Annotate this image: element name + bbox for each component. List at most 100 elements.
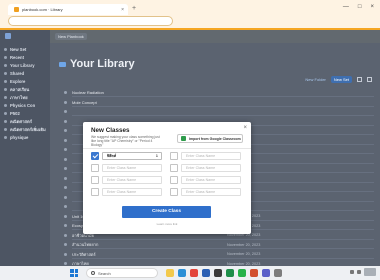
sidebar-item[interactable]: physique bbox=[0, 133, 50, 141]
divider bbox=[83, 148, 251, 149]
set-icon bbox=[64, 138, 67, 142]
line-icon[interactable] bbox=[238, 269, 246, 277]
google-classroom-label: Import from Google Classroom bbox=[189, 136, 241, 141]
word-icon[interactable] bbox=[202, 269, 210, 277]
library-row[interactable]: Mole Concept bbox=[64, 99, 374, 107]
topbar: New Planbook bbox=[50, 30, 380, 43]
class-name-placeholder: Enter Class Name bbox=[186, 190, 216, 194]
row-date: November 20, 2023 bbox=[227, 242, 261, 247]
volume-icon[interactable] bbox=[357, 270, 361, 274]
sidebar-item-label: คณิตศาสตร์เพิ่มเติม bbox=[10, 126, 46, 132]
address-bar[interactable] bbox=[8, 16, 173, 26]
app-logo-icon[interactable] bbox=[5, 33, 11, 39]
google-classroom-icon bbox=[181, 136, 186, 141]
windows-start-icon[interactable] bbox=[70, 269, 78, 277]
class-name-input[interactable]: Enter Class Name bbox=[102, 188, 162, 196]
view-toggle-icon[interactable] bbox=[357, 77, 362, 82]
class-checkbox[interactable] bbox=[170, 152, 178, 160]
grade-stepper[interactable]: 1 bbox=[156, 153, 158, 159]
browser-tab[interactable]: planbook.com · Library × bbox=[8, 4, 128, 15]
class-checkbox[interactable] bbox=[91, 188, 99, 196]
sidebar-item[interactable]: คณิตศาสตร์เพิ่มเติม bbox=[0, 125, 50, 133]
sort-icon[interactable] bbox=[367, 77, 372, 82]
sidebar-item[interactable]: คณิตศาสตร์ bbox=[0, 117, 50, 125]
excel-icon[interactable] bbox=[226, 269, 234, 277]
class-name-input[interactable]: Enter Class Name bbox=[102, 176, 162, 184]
class-checkbox[interactable] bbox=[91, 164, 99, 172]
sidebar-item[interactable]: P502 bbox=[0, 109, 50, 117]
import-google-classroom-button[interactable]: Import from Google Classroom bbox=[177, 134, 243, 143]
class-name-input[interactable]: ฟิสิกส์ 1 bbox=[102, 152, 162, 160]
tab-close-icon[interactable]: × bbox=[121, 7, 124, 13]
browser-titlebar: planbook.com · Library × + — □ × bbox=[0, 0, 380, 30]
modal-title: New Classes bbox=[91, 127, 130, 134]
sidebar-item-label: ภาษาไทย bbox=[10, 94, 28, 100]
store-icon[interactable] bbox=[214, 269, 222, 277]
page-title-text: Your Library bbox=[70, 58, 135, 70]
class-checkbox[interactable] bbox=[170, 188, 178, 196]
class-name-placeholder: Enter Class Name bbox=[186, 166, 216, 170]
sidebar-item-label: physique bbox=[10, 134, 29, 140]
chrome-icon[interactable] bbox=[190, 269, 198, 277]
sidebar-item[interactable]: New Set bbox=[0, 45, 50, 53]
system-tray bbox=[350, 268, 376, 276]
library-row[interactable]: ประวัติศาสตร์ November 20, 2023 bbox=[64, 251, 374, 259]
set-icon bbox=[64, 205, 67, 208]
close-icon[interactable]: × bbox=[243, 125, 247, 131]
window-controls: — □ × bbox=[343, 4, 374, 10]
sidebar-item[interactable]: ภาษาไทย bbox=[0, 93, 50, 101]
class-name-input[interactable]: Enter Class Name bbox=[181, 188, 241, 196]
taskbar: Search bbox=[0, 266, 380, 280]
taskbar-search[interactable]: Search bbox=[86, 268, 158, 278]
new-folder-button[interactable]: New Folder bbox=[305, 77, 325, 82]
class-checkbox[interactable] bbox=[91, 152, 99, 160]
network-icon[interactable] bbox=[350, 270, 354, 274]
sidebar-item-icon bbox=[4, 47, 7, 51]
sidebar-item[interactable]: Explore bbox=[0, 77, 50, 85]
clock[interactable] bbox=[364, 268, 376, 276]
powerpoint-icon[interactable] bbox=[250, 269, 258, 277]
row-date: November 20, 2023 bbox=[227, 252, 261, 256]
sidebar-item[interactable]: Your Library bbox=[0, 61, 50, 69]
maximize-button[interactable]: □ bbox=[358, 4, 362, 10]
row-name: สำนวนไทยยาก bbox=[72, 242, 99, 247]
sidebar-item-icon bbox=[4, 71, 7, 75]
sidebar-item[interactable]: Shared bbox=[0, 69, 50, 77]
library-row[interactable]: สำนวนไทยยาก November 20, 2023 bbox=[64, 241, 374, 249]
settings-icon[interactable] bbox=[274, 269, 282, 277]
create-class-subtext[interactable]: Learn more link bbox=[83, 222, 251, 226]
topbar-item[interactable]: New Planbook bbox=[55, 33, 87, 40]
sidebar-item-icon bbox=[4, 79, 7, 83]
class-name-input[interactable]: Enter Class Name bbox=[181, 164, 241, 172]
file-explorer-icon[interactable] bbox=[166, 269, 174, 277]
class-name-input[interactable]: Enter Class Name bbox=[181, 176, 241, 184]
set-icon bbox=[64, 167, 67, 170]
tab-title: planbook.com · Library bbox=[22, 7, 63, 12]
class-name-value: ฟิสิกส์ bbox=[107, 154, 117, 158]
row-name: Nuclear Radiation bbox=[72, 90, 104, 95]
create-class-button[interactable]: Create Class bbox=[122, 206, 211, 218]
class-checkbox[interactable] bbox=[170, 176, 178, 184]
new-classes-modal: New Classes We suggest making your class… bbox=[83, 122, 251, 234]
edge-icon[interactable] bbox=[178, 269, 186, 277]
sidebar-item[interactable]: Physics Con bbox=[0, 101, 50, 109]
teams-icon[interactable] bbox=[262, 269, 270, 277]
class-checkbox[interactable] bbox=[91, 176, 99, 184]
sidebar-item[interactable]: คลาสเรียน bbox=[0, 85, 50, 93]
search-label: Search bbox=[98, 270, 111, 276]
library-row[interactable] bbox=[64, 108, 374, 116]
new-set-button[interactable]: New Set bbox=[330, 76, 352, 83]
class-name-placeholder: Enter Class Name bbox=[107, 190, 137, 194]
library-row[interactable]: Nuclear Radiation bbox=[64, 89, 374, 97]
sidebar-item[interactable]: Recent bbox=[0, 53, 50, 61]
close-window-button[interactable]: × bbox=[370, 4, 374, 10]
minimize-button[interactable]: — bbox=[343, 4, 349, 10]
new-tab-button[interactable]: + bbox=[132, 4, 136, 13]
sidebar-item-label: Recent bbox=[10, 54, 24, 60]
set-icon bbox=[64, 176, 67, 180]
set-icon bbox=[64, 129, 67, 132]
class-name-input[interactable]: Enter Class Name bbox=[102, 164, 162, 172]
sidebar-item-icon bbox=[4, 87, 7, 91]
class-checkbox[interactable] bbox=[170, 164, 178, 172]
class-name-input[interactable]: Enter Class Name bbox=[181, 152, 241, 160]
